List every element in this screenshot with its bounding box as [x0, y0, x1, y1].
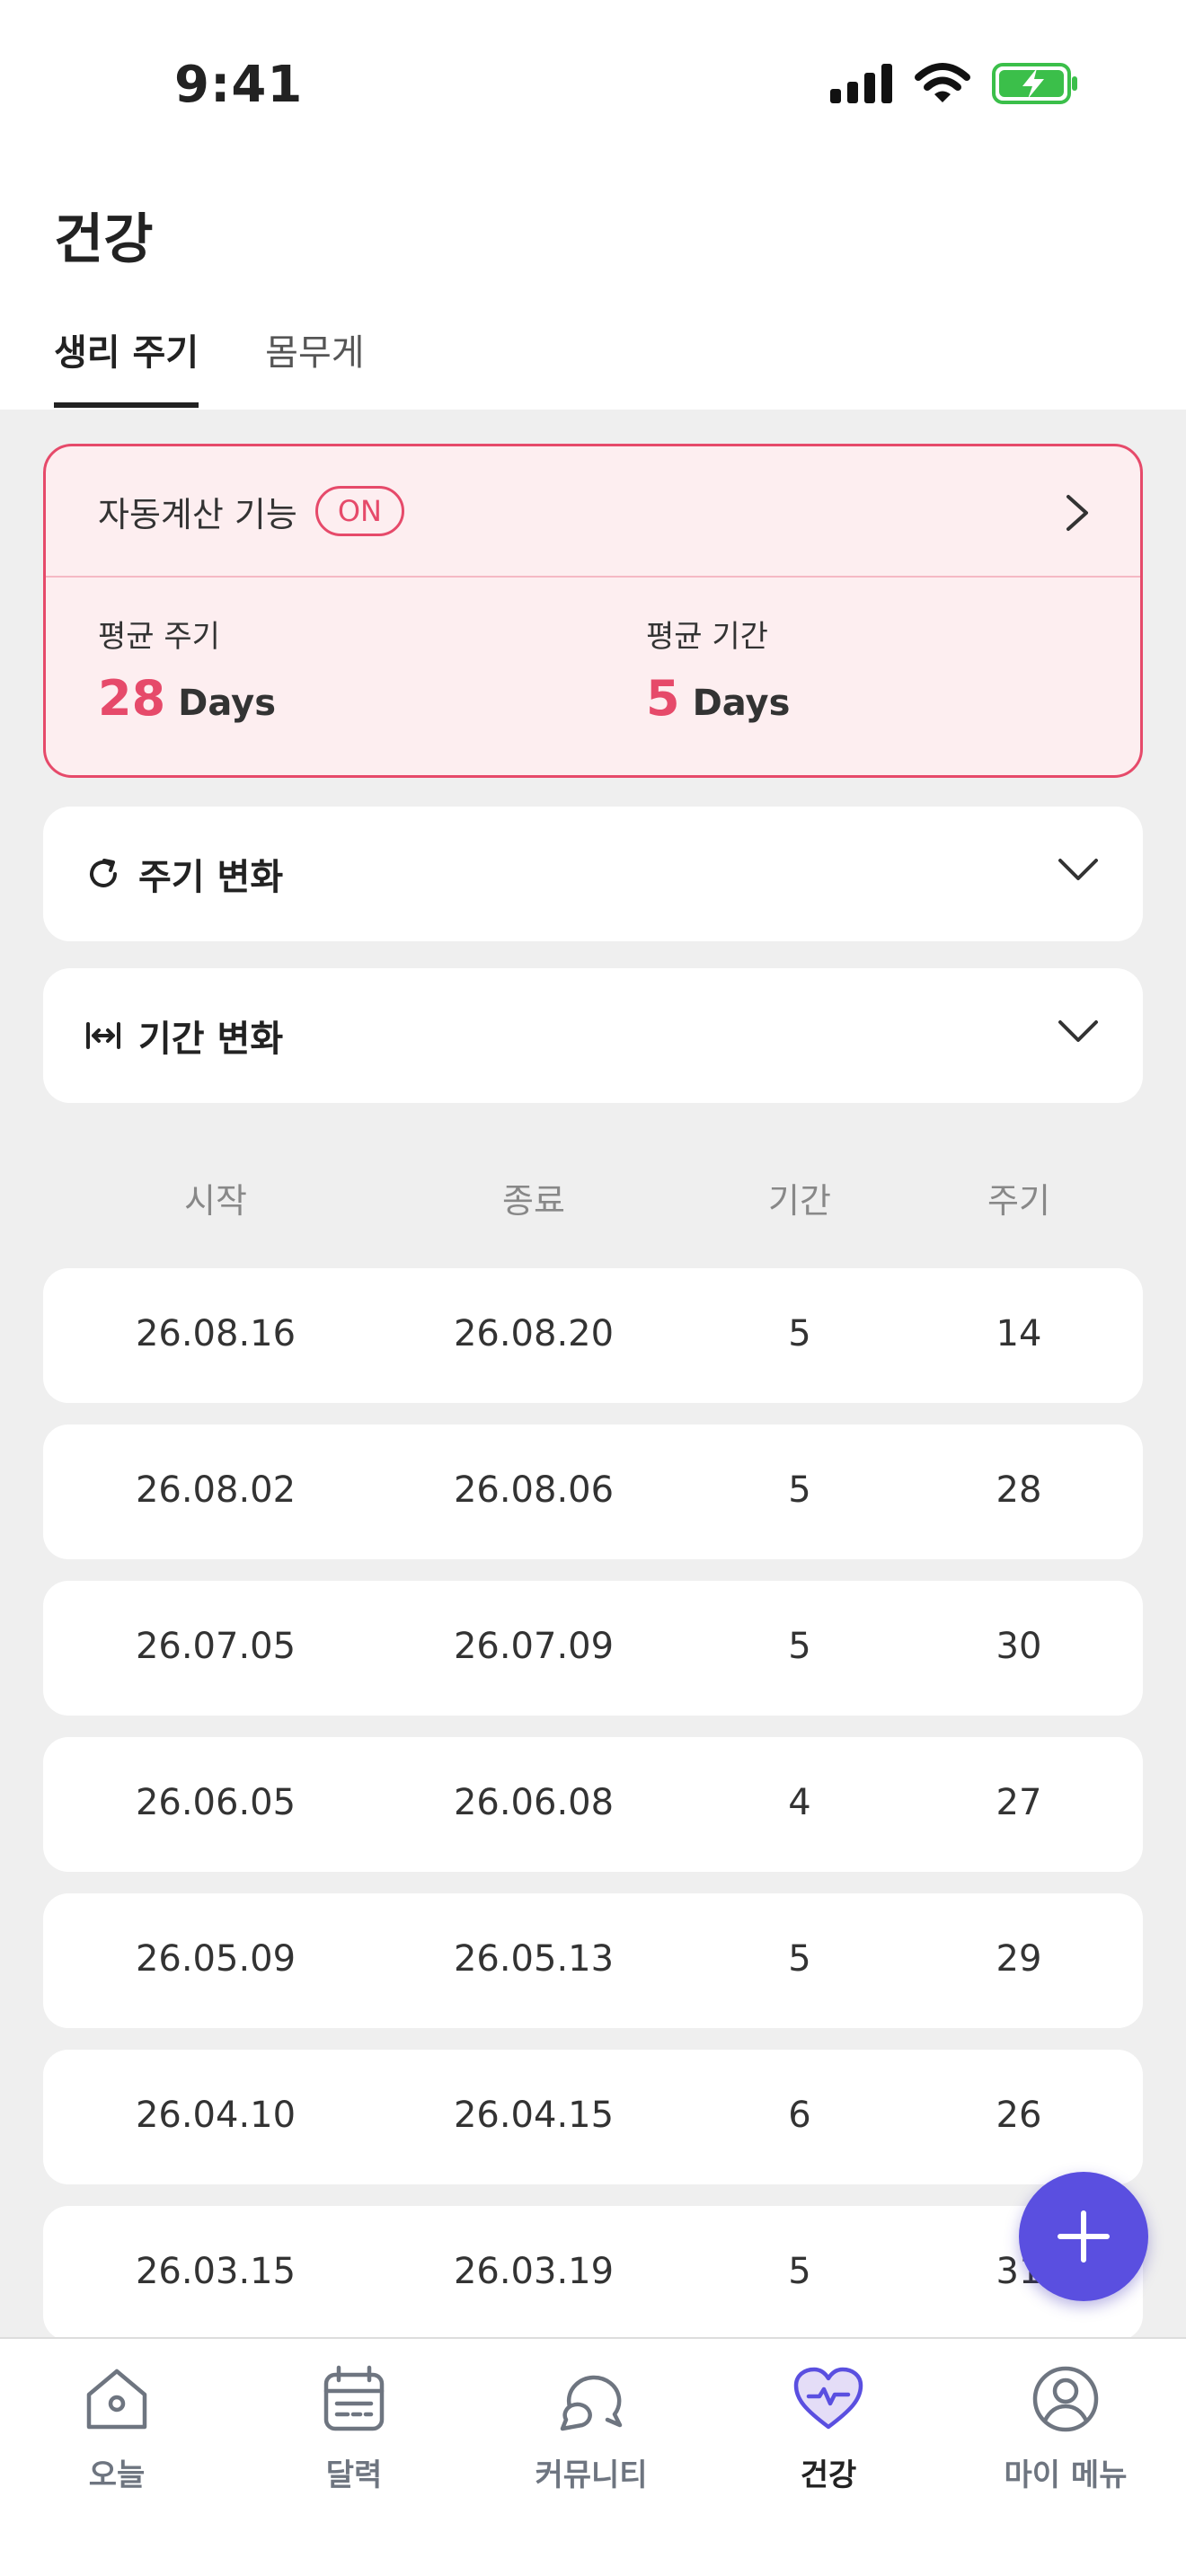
plus-icon	[1058, 2210, 1110, 2263]
avg-cycle-value: 28	[98, 670, 166, 727]
nav-item-community[interactable]: 커뮤니티	[492, 2360, 690, 2494]
row-cycle: 30	[996, 1626, 1042, 1667]
auto-calc-label: 자동계산 기능	[98, 494, 297, 534]
cycle-change-accordion[interactable]: 주기 변화	[43, 807, 1143, 941]
column-header-start: 시작	[184, 1181, 247, 1221]
auto-calc-status-badge: ON	[314, 486, 404, 536]
profile-icon	[1032, 2366, 1099, 2432]
heart-pulse-icon	[793, 2367, 863, 2430]
home-icon	[86, 2369, 147, 2430]
battery-charging-icon	[992, 63, 1077, 104]
table-row[interactable]: 26.07.05 26.07.09 5 30	[43, 1581, 1143, 1716]
column-header-duration: 기간	[768, 1181, 831, 1221]
chat-bubbles-icon	[560, 2375, 623, 2431]
add-record-button[interactable]	[1019, 2172, 1148, 2301]
row-start-date: 26.06.05	[135, 1782, 296, 1823]
screen: 9:41 건강 생리 주기 몸무게 자동계산 기능 ON 평균 주기 28 Da…	[0, 0, 1186, 2576]
status-time: 9:41	[174, 56, 304, 114]
nav-item-calendar[interactable]: 달력	[255, 2360, 453, 2494]
width-arrows-icon	[86, 1022, 120, 1049]
row-duration: 5	[788, 1626, 811, 1667]
row-cycle: 29	[996, 1938, 1042, 1980]
avg-cycle-stat: 평균 주기 28 Days	[98, 612, 276, 727]
table-row[interactable]: 26.03.15 26.03.19 5 31	[43, 2206, 1143, 2337]
row-duration: 4	[788, 1782, 811, 1823]
table-row[interactable]: 26.05.09 26.05.13 5 29	[43, 1893, 1143, 2028]
page-title: 건강	[54, 208, 154, 271]
bottom-nav: 오늘 달력 커뮤니티 건강 마이 메뉴	[0, 2337, 1186, 2576]
auto-calc-header[interactable]: 자동계산 기능 ON	[46, 446, 1140, 578]
period-change-label: 기간 변화	[138, 1019, 284, 1060]
table-row[interactable]: 26.06.05 26.06.08 4 27	[43, 1737, 1143, 1872]
row-start-date: 26.08.16	[135, 1313, 296, 1354]
column-header-cycle: 주기	[987, 1181, 1050, 1221]
avg-period-value: 5	[646, 670, 680, 727]
column-header-end: 종료	[502, 1181, 565, 1221]
table-row[interactable]: 26.08.02 26.08.06 5 28	[43, 1425, 1143, 1559]
avg-cycle-unit: Days	[178, 683, 277, 724]
row-duration: 5	[788, 1469, 811, 1511]
row-duration: 5	[788, 1313, 811, 1354]
period-change-accordion[interactable]: 기간 변화	[43, 968, 1143, 1103]
history-table-header: 시작 종료 기간 주기	[0, 1173, 1186, 1227]
row-cycle: 27	[996, 1782, 1042, 1823]
row-end-date: 26.07.09	[453, 1626, 615, 1667]
chevron-down-icon[interactable]	[1057, 1019, 1100, 1045]
row-cycle: 28	[996, 1469, 1042, 1511]
nav-label: 커뮤니티	[535, 2457, 648, 2493]
row-end-date: 26.03.19	[453, 2251, 615, 2292]
tab-weight[interactable]: 몸무게	[265, 323, 364, 410]
tab-bar: 생리 주기 몸무게	[54, 323, 365, 410]
row-duration: 5	[788, 1938, 811, 1980]
row-cycle: 14	[996, 1313, 1042, 1354]
row-end-date: 26.08.20	[453, 1313, 615, 1354]
refresh-icon	[90, 859, 117, 887]
avg-period-unit: Days	[692, 683, 791, 724]
cycle-change-label: 주기 변화	[138, 857, 284, 898]
avg-cycle-label: 평균 주기	[98, 619, 220, 655]
row-end-date: 26.08.06	[453, 1469, 615, 1511]
nav-item-my-menu[interactable]: 마이 메뉴	[967, 2360, 1164, 2494]
tab-period-cycle[interactable]: 생리 주기	[54, 323, 199, 410]
nav-label: 달력	[325, 2457, 383, 2493]
row-start-date: 26.04.10	[135, 2095, 296, 2136]
row-start-date: 26.03.15	[135, 2251, 296, 2292]
table-row[interactable]: 26.08.16 26.08.20 5 14	[43, 1268, 1143, 1403]
nav-label: 마이 메뉴	[1004, 2457, 1128, 2493]
nav-label: 오늘	[88, 2457, 146, 2493]
calendar-icon	[323, 2365, 385, 2431]
table-row[interactable]: 26.04.10 26.04.15 6 26	[43, 2050, 1143, 2184]
row-end-date: 26.05.13	[453, 1938, 615, 1980]
nav-item-health[interactable]: 건강	[730, 2360, 927, 2494]
row-end-date: 26.06.08	[453, 1782, 615, 1823]
main-content: 자동계산 기능 ON 평균 주기 28 Days 평균 기간 5 Days 주기…	[0, 410, 1186, 2337]
avg-period-label: 평균 기간	[646, 619, 768, 655]
auto-calc-stats: 평균 주기 28 Days 평균 기간 5 Days	[46, 578, 1140, 777]
auto-calc-card[interactable]: 자동계산 기능 ON 평균 주기 28 Days 평균 기간 5 Days	[43, 444, 1143, 778]
status-icons	[830, 63, 1078, 104]
nav-item-today[interactable]: 오늘	[18, 2360, 216, 2494]
row-start-date: 26.08.02	[135, 1469, 296, 1511]
row-start-date: 26.07.05	[135, 1626, 296, 1667]
row-duration: 5	[788, 2251, 811, 2292]
nav-label: 건강	[800, 2457, 857, 2493]
chevron-right-icon[interactable]	[1065, 493, 1090, 533]
avg-period-stat: 평균 기간 5 Days	[646, 612, 790, 727]
cellular-signal-icon	[830, 64, 892, 103]
chevron-down-icon[interactable]	[1057, 857, 1100, 884]
wifi-icon	[915, 63, 970, 102]
row-end-date: 26.04.15	[453, 2095, 615, 2136]
row-duration: 6	[788, 2095, 811, 2136]
row-cycle: 26	[996, 2095, 1042, 2136]
row-start-date: 26.05.09	[135, 1938, 296, 1980]
